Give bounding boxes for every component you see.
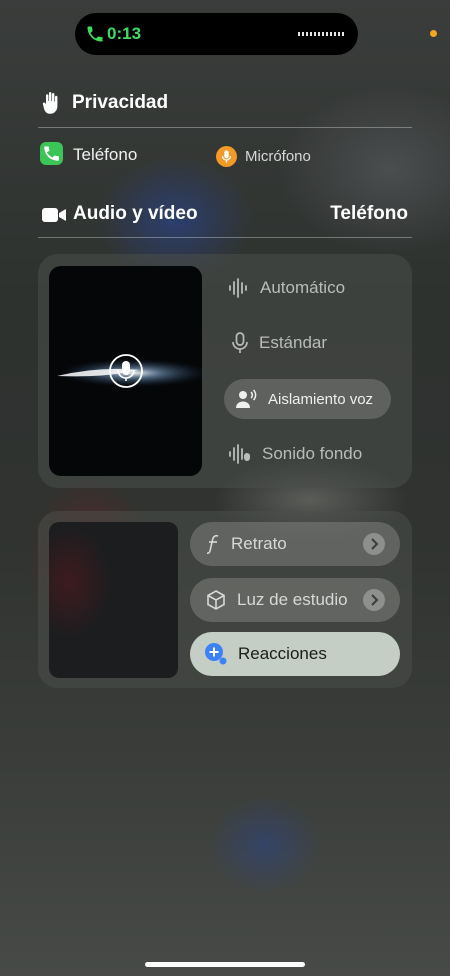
- mic-mode-option-selected[interactable]: Aislamiento voz: [224, 379, 391, 419]
- mic-mode-label: Estándar: [259, 333, 328, 352]
- privacy-header: Privacidad: [42, 88, 168, 118]
- effect-label: Reacciones: [238, 644, 327, 663]
- privacy-app-name: Teléfono: [73, 145, 138, 164]
- reactions-button[interactable]: Reacciones: [190, 632, 400, 676]
- mic-mode-option[interactable]: Sonido fondo: [228, 434, 362, 474]
- audio-video-title: Audio y vídeo: [73, 203, 198, 224]
- mic-mode-option[interactable]: Estándar: [231, 323, 327, 363]
- home-indicator[interactable]: [145, 962, 305, 967]
- phone-call-icon: [87, 26, 103, 42]
- reactions-plus-icon: [205, 643, 227, 665]
- microphone-label: Micrófono: [245, 148, 311, 165]
- dynamic-island-call[interactable]: 0:13: [75, 13, 358, 55]
- mic-mode-panel: Automático Estándar Aislamiento voz Soni…: [38, 254, 412, 488]
- divider: [38, 237, 412, 238]
- audio-activity-dots: [298, 32, 344, 36]
- aperture-f-icon: [207, 534, 219, 554]
- call-duration: 0:13: [107, 24, 142, 43]
- cube-icon: [207, 590, 225, 610]
- person-voice-icon: [236, 389, 257, 408]
- mic-mode-label: Automático: [260, 278, 346, 297]
- microphone-icon: [232, 332, 248, 353]
- divider: [38, 127, 412, 128]
- mic-mode-label: Sonido fondo: [262, 444, 363, 463]
- privacy-app-row[interactable]: Teléfono Micrófono: [40, 142, 420, 168]
- waveform-icon: [229, 278, 247, 298]
- portrait-effect-button[interactable]: Retrato: [190, 522, 400, 566]
- phone-app-icon: [40, 142, 63, 165]
- waveform-ambient-icon: [229, 444, 250, 464]
- mic-in-use-indicator: [430, 30, 437, 37]
- audio-video-app-name: Teléfono: [330, 203, 408, 224]
- audio-video-header: Audio y vídeo Teléfono: [42, 202, 408, 230]
- chevron-right-icon[interactable]: [363, 589, 385, 611]
- effect-label: Retrato: [231, 534, 287, 553]
- mic-mode-preview: [49, 266, 202, 476]
- effect-label: Luz de estudio: [237, 590, 348, 609]
- mic-mode-option[interactable]: Automático: [228, 268, 345, 308]
- mic-mode-label: Aislamiento voz: [268, 390, 374, 408]
- chevron-right-icon[interactable]: [363, 533, 385, 555]
- privacy-title: Privacidad: [72, 92, 169, 113]
- hand-icon: [42, 92, 58, 114]
- microphone-badge-icon: [216, 146, 237, 167]
- video-camera-icon: [42, 208, 66, 222]
- studio-light-button[interactable]: Luz de estudio: [190, 578, 400, 622]
- camera-preview: [49, 522, 178, 678]
- video-effects-panel: Retrato Luz de estudio Reacciones: [38, 511, 412, 688]
